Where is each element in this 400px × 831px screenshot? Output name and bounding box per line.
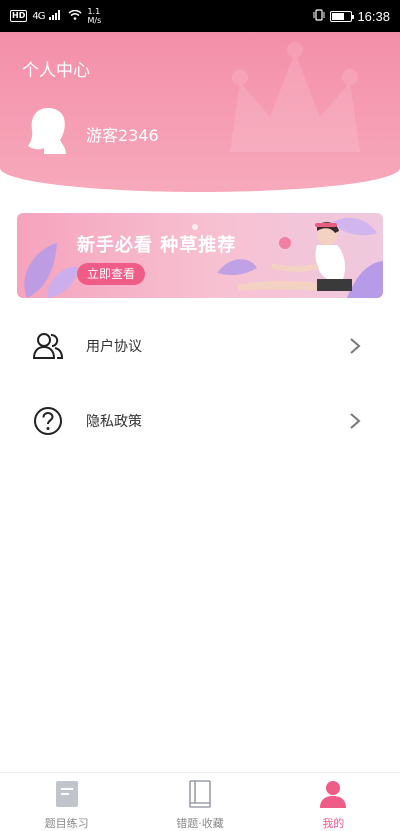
profile-header: 个人中心 游客2346: [0, 32, 400, 192]
battery-icon: [330, 10, 355, 22]
avatar[interactable]: [26, 106, 70, 156]
wifi-icon: [68, 9, 82, 23]
view-now-button[interactable]: 立即查看: [77, 263, 146, 285]
question-icon: [34, 407, 62, 435]
person-icon: [320, 781, 347, 808]
crown-decoration: [230, 42, 360, 152]
tab-mine[interactable]: 我的: [267, 773, 400, 831]
tab-mistakes-favorites[interactable]: 错题·收藏: [133, 773, 266, 831]
vibrate-icon: [313, 8, 325, 24]
network-type: 4G: [32, 10, 45, 22]
tab-label: 题目练习: [44, 817, 89, 830]
status-left: HD 4G 1.1 M/s: [10, 7, 101, 25]
menu-item-user-agreement[interactable]: 用户协议: [0, 316, 400, 376]
tab-practice[interactable]: 题目练习: [0, 773, 133, 831]
tab-label: 错题·收藏: [176, 817, 224, 830]
status-right: 16:38: [313, 9, 390, 24]
tab-label: 我的: [322, 817, 345, 830]
signal-icon: [49, 9, 63, 23]
menu-item-privacy-policy[interactable]: 隐私政策: [0, 391, 400, 451]
status-bar: HD 4G 1.1 M/s 16:38: [0, 0, 400, 32]
clock: 16:38: [357, 8, 390, 24]
speed-value: 1.1: [87, 7, 101, 16]
menu-label: 用户协议: [86, 339, 142, 355]
banner-title: 新手必看 种草推荐: [77, 235, 237, 256]
speed-unit: M/s: [87, 16, 102, 25]
promo-banner[interactable]: 新手必看 种草推荐 立即查看: [17, 213, 383, 298]
bottom-navigation: 题目练习 错题·收藏 我的: [0, 772, 400, 831]
document-icon: [55, 781, 78, 807]
users-icon: [32, 333, 64, 359]
hd-badge: HD: [10, 10, 28, 22]
chevron-right-icon: [350, 338, 361, 354]
network-speed: 1.1 M/s: [87, 7, 101, 25]
chevron-right-icon: [350, 413, 361, 429]
menu-label: 隐私政策: [86, 414, 142, 430]
page-title: 个人中心: [22, 61, 90, 81]
username: 游客2346: [86, 126, 159, 145]
book-icon: [189, 780, 211, 808]
